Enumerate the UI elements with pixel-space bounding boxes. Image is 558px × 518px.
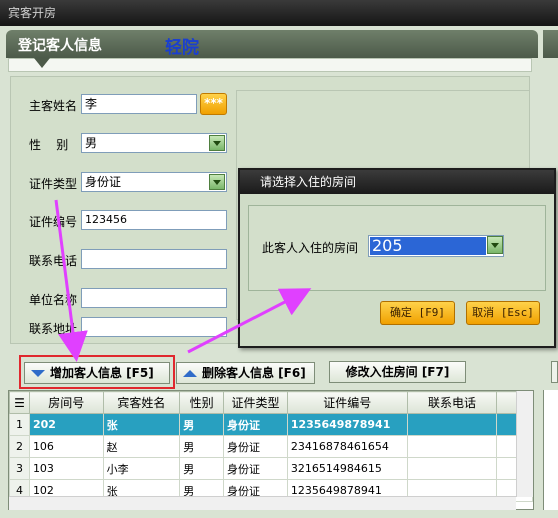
chevron-down-icon[interactable] xyxy=(209,135,225,151)
id-type-select[interactable]: 身份证 xyxy=(81,172,227,192)
column-header[interactable]: 性别 xyxy=(179,391,225,414)
address-field[interactable] xyxy=(81,317,227,337)
cell-room[interactable]: 103 xyxy=(28,457,104,480)
id-number-label: 证件编号 xyxy=(29,215,78,229)
gender-label: 性 别 xyxy=(29,138,69,152)
table-header-row: ☰ 房间号 宾客姓名 性别 证件类型 证件编号 联系电话 xyxy=(9,391,533,414)
cell-id-number[interactable]: 23416878461654 xyxy=(286,435,408,458)
cell-gender[interactable]: 男 xyxy=(179,457,225,480)
arrow-down-icon xyxy=(31,370,45,377)
tab-strip xyxy=(8,58,532,72)
company-label: 单位名称 xyxy=(29,293,78,307)
delete-guest-button[interactable]: 删除客人信息 [F6] xyxy=(176,362,315,384)
chevron-down-icon[interactable] xyxy=(209,174,225,190)
arrow-up-icon xyxy=(183,370,197,377)
phone-field[interactable] xyxy=(81,249,227,269)
row-number: 1 xyxy=(9,413,30,436)
right-table-stub xyxy=(543,390,558,510)
column-header[interactable]: 证件编号 xyxy=(286,391,408,414)
window-titlebar: 宾客开房 xyxy=(0,0,558,26)
cell-phone[interactable] xyxy=(406,457,498,480)
cell-id-type[interactable]: 身份证 xyxy=(223,457,288,480)
delete-guest-label: 删除客人信息 [F6] xyxy=(202,366,306,380)
cell-name[interactable]: 赵 xyxy=(102,435,181,458)
cancel-button[interactable]: 取消 [Esc] xyxy=(466,301,540,325)
table-row[interactable]: 1 202 张 男 身份证 1235649878941 xyxy=(9,413,533,436)
gender-select[interactable]: 男 xyxy=(81,133,227,153)
id-number-field[interactable]: 123456 xyxy=(81,210,227,230)
column-header[interactable]: 宾客姓名 xyxy=(102,391,181,414)
cell-room[interactable]: 106 xyxy=(28,435,104,458)
phone-label: 联系电话 xyxy=(29,254,78,268)
right-panel-button[interactable] xyxy=(551,361,558,383)
header-strip-right xyxy=(543,30,558,58)
column-header[interactable]: 房间号 xyxy=(28,391,104,414)
row-number: 3 xyxy=(9,457,30,480)
cell-name[interactable]: 张 xyxy=(102,413,181,436)
tab-notch-icon xyxy=(34,58,50,68)
add-guest-button[interactable]: 增加客人信息 [F5] xyxy=(24,362,170,384)
guest-name-field[interactable]: 李 xyxy=(81,94,197,114)
chevron-down-icon[interactable] xyxy=(487,236,503,254)
window-title: 宾客开房 xyxy=(8,6,57,20)
cell-id-type[interactable]: 身份证 xyxy=(223,435,288,458)
lookup-button[interactable]: *** xyxy=(200,93,227,115)
table-row[interactable]: 2 106 赵 男 身份证 23416878461654 xyxy=(9,435,533,458)
row-selector-header[interactable]: ☰ xyxy=(9,391,30,414)
add-guest-label: 增加客人信息 [F5] xyxy=(50,366,154,380)
cell-room[interactable]: 202 xyxy=(28,413,104,436)
table-row[interactable]: 3 103 小李 男 身份证 3216514984615 xyxy=(9,457,533,480)
cell-id-number[interactable]: 1235649878941 xyxy=(286,413,408,436)
column-header[interactable]: 联系电话 xyxy=(406,391,498,414)
page-title: 登记客人信息 xyxy=(18,38,102,54)
row-number: 2 xyxy=(9,435,30,458)
cell-name[interactable]: 小李 xyxy=(102,457,181,480)
vertical-scrollbar[interactable] xyxy=(516,391,533,497)
company-field[interactable] xyxy=(81,288,227,308)
ok-button[interactable]: 确定 [F9] xyxy=(380,301,455,325)
dialog-title: 请选择入住的房间 xyxy=(240,170,554,194)
guest-name-label: 主客姓名 xyxy=(29,99,78,113)
room-label: 此客人入住的房间 xyxy=(262,241,359,255)
header-name: 轻院 xyxy=(165,38,199,58)
change-room-button[interactable]: 修改入住房间 [F7] xyxy=(329,361,466,383)
cell-phone[interactable] xyxy=(406,435,498,458)
cell-id-type[interactable]: 身份证 xyxy=(223,413,288,436)
cell-id-number[interactable]: 3216514984615 xyxy=(286,457,408,480)
cell-phone[interactable] xyxy=(406,413,498,436)
id-type-value: 身份证 xyxy=(85,175,122,189)
id-type-label: 证件类型 xyxy=(29,177,78,191)
gender-value: 男 xyxy=(85,136,98,150)
horizontal-scrollbar[interactable] xyxy=(9,496,516,510)
room-value[interactable]: 205 xyxy=(370,237,486,255)
cell-gender[interactable]: 男 xyxy=(179,413,225,436)
cell-gender[interactable]: 男 xyxy=(179,435,225,458)
column-header[interactable]: 证件类型 xyxy=(223,391,288,414)
guest-table: ☰ 房间号 宾客姓名 性别 证件类型 证件编号 联系电话 1 202 张 男 身… xyxy=(8,390,534,510)
address-label: 联系地址 xyxy=(29,322,78,336)
